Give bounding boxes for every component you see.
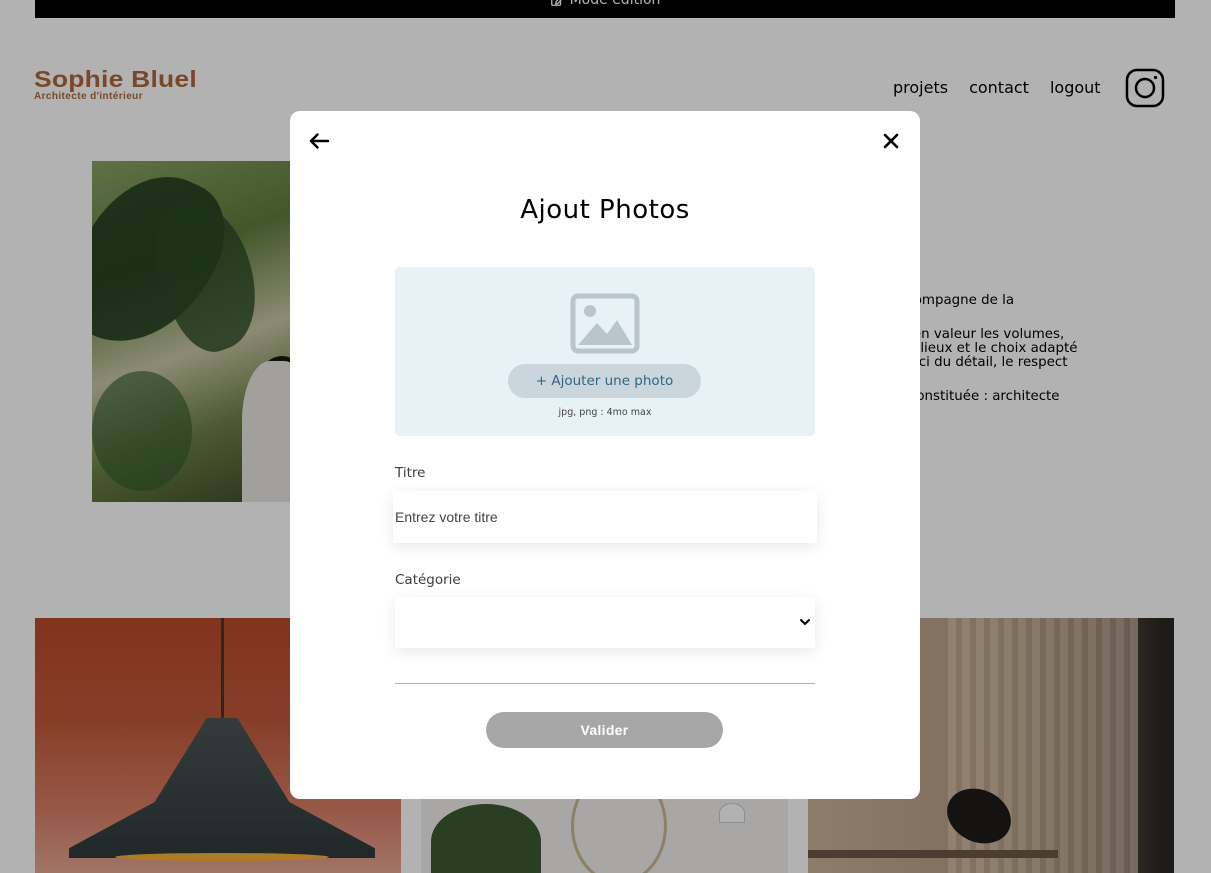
title-label: Titre <box>395 465 426 481</box>
category-label: Catégorie <box>395 572 461 588</box>
image-placeholder-icon <box>570 293 640 354</box>
arrow-left-icon[interactable] <box>308 132 330 150</box>
modal-title: Ajout Photos <box>520 195 690 225</box>
close-icon[interactable] <box>882 132 900 150</box>
submit-button[interactable]: Valider <box>486 712 723 748</box>
chevron-down-icon <box>800 619 810 625</box>
add-photo-button[interactable]: + Ajouter une photo <box>508 364 701 398</box>
add-photo-modal: Ajout Photos + Ajouter une photo jpg, pn… <box>290 111 920 799</box>
title-input[interactable] <box>393 491 817 543</box>
upload-hint: jpg, png : 4mo max <box>558 407 652 418</box>
category-select[interactable] <box>395 597 815 648</box>
divider <box>395 683 815 684</box>
photo-dropzone[interactable]: + Ajouter une photo jpg, png : 4mo max <box>395 267 815 436</box>
